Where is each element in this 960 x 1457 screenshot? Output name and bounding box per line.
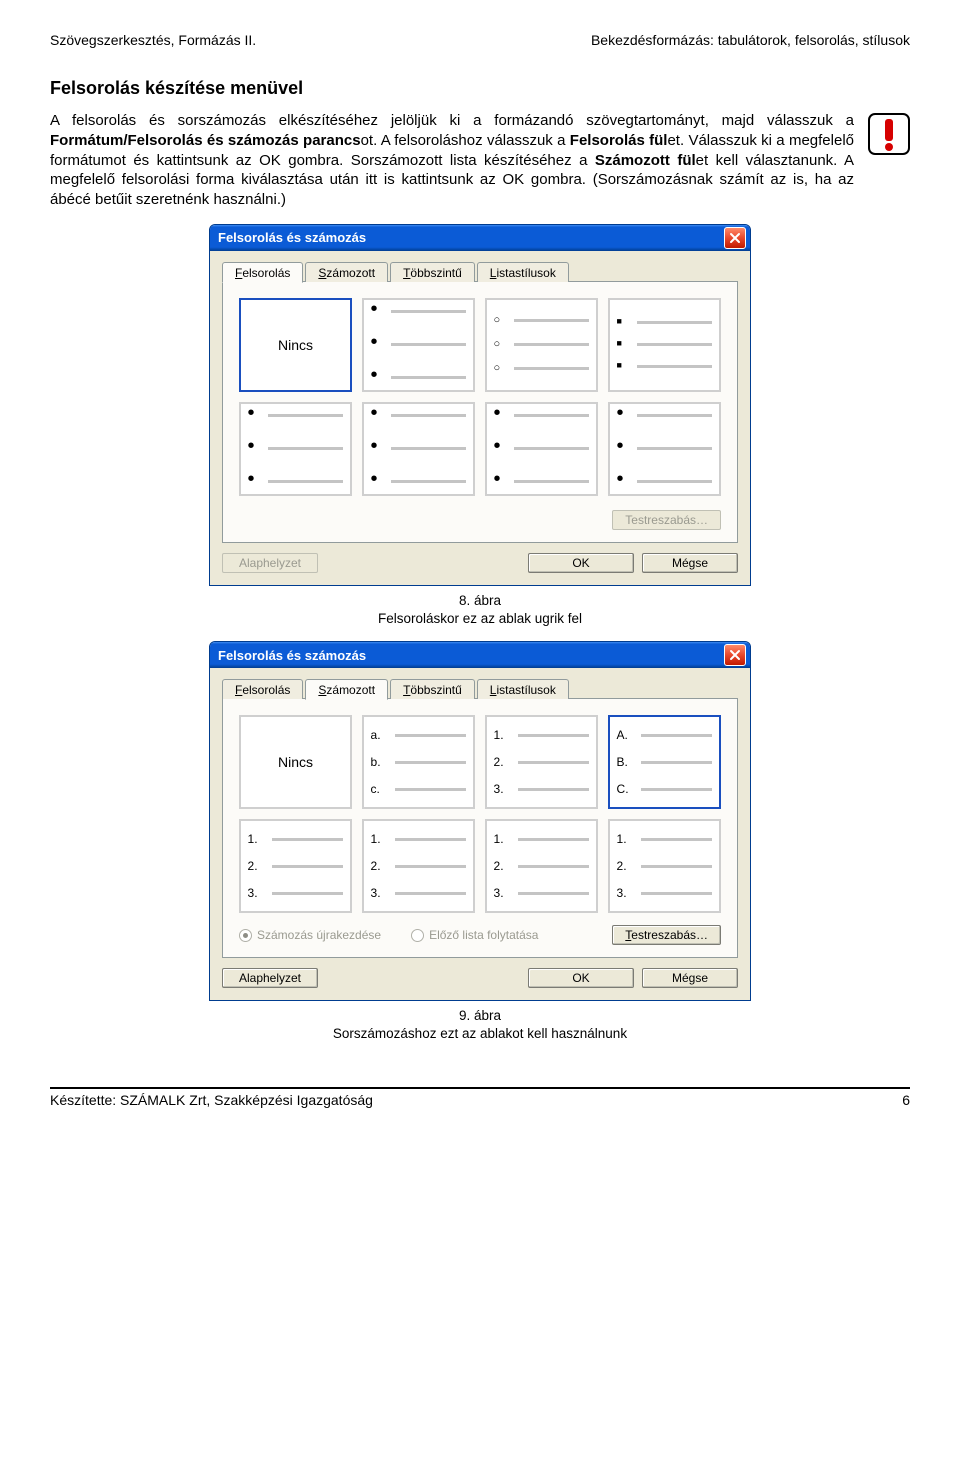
header-right: Bekezdésformázás: tabulátorok, felsorolá…: [591, 32, 910, 48]
number-option-8[interactable]: 1. 2. 3.: [608, 819, 721, 913]
tab-bullets[interactable]: Felsorolás: [222, 262, 303, 283]
bullet-option-disc4[interactable]: • • •: [485, 402, 598, 496]
number-option-7[interactable]: 1. 2. 3.: [485, 819, 598, 913]
number-option-none[interactable]: Nincs: [239, 715, 352, 809]
tab-strip-2: Felsorolás Számozott Többszintű Listastí…: [222, 679, 738, 699]
number-option-123[interactable]: 1. 2. 3.: [485, 715, 598, 809]
footer-page-number: 6: [902, 1092, 910, 1108]
dialog-title: Felsorolás és számozás: [218, 230, 366, 245]
tab-liststyles[interactable]: Listastílusok: [477, 262, 569, 282]
ok-button-2[interactable]: OK: [528, 968, 634, 988]
tab-numbered[interactable]: Számozott: [305, 262, 388, 282]
tab-multilevel-2[interactable]: Többszintű: [390, 679, 475, 699]
figure-caption-9: 9. ábra Sorszámozáshoz ezt az ablakot ke…: [333, 1007, 627, 1042]
cancel-button-2[interactable]: Mégse: [642, 968, 738, 988]
tab-strip: Felsorolás Számozott Többszintű Listastí…: [222, 262, 738, 282]
tab-numbered-2[interactable]: Számozott: [305, 679, 388, 700]
header-left: Szövegszerkesztés, Formázás II.: [50, 32, 256, 48]
footer-left: Készítette: SZÁMALK Zrt, Szakképzési Iga…: [50, 1092, 373, 1108]
numbered-dialog: Felsorolás és számozás Felsorolás Számoz…: [209, 641, 751, 1001]
close-button[interactable]: [724, 227, 746, 249]
reset-button-2[interactable]: Alaphelyzet: [222, 968, 318, 988]
bullet-option-disc[interactable]: • • •: [362, 298, 475, 392]
exclamation-icon: [868, 113, 910, 155]
tab-liststyles-2[interactable]: Listastílusok: [477, 679, 569, 699]
section-title: Felsorolás készítése menüvel: [50, 78, 910, 99]
page-header: Szövegszerkesztés, Formázás II. Bekezdés…: [50, 32, 910, 48]
number-option-6[interactable]: 1. 2. 3.: [362, 819, 475, 913]
figure-caption-8: 8. ábra Felsoroláskor ez az ablak ugrik …: [378, 592, 582, 627]
close-button-2[interactable]: [724, 644, 746, 666]
dialog-titlebar-2: Felsorolás és számozás: [210, 642, 750, 668]
customize-button: Testreszabás…: [612, 510, 721, 530]
number-option-abc[interactable]: a. b. c.: [362, 715, 475, 809]
bullet-option-disc2[interactable]: • • •: [239, 402, 352, 496]
dialog-title-2: Felsorolás és számozás: [218, 648, 366, 663]
number-option-ABC[interactable]: A. B. C.: [608, 715, 721, 809]
tab-multilevel[interactable]: Többszintű: [390, 262, 475, 282]
reset-button: Alaphelyzet: [222, 553, 318, 573]
radio-restart: Számozás újrakezdése: [239, 928, 381, 942]
cancel-button[interactable]: Mégse: [642, 553, 738, 573]
dialog-titlebar: Felsorolás és számozás: [210, 225, 750, 251]
bullet-option-disc3[interactable]: • • •: [362, 402, 475, 496]
radio-continue: Előző lista folytatása: [411, 928, 538, 942]
page-footer: Készítette: SZÁMALK Zrt, Szakképzési Iga…: [50, 1087, 910, 1108]
customize-button-2[interactable]: Testreszabás…: [612, 925, 721, 945]
bullet-option-none[interactable]: Nincs: [239, 298, 352, 392]
bullet-option-circle[interactable]: ○ ○ ○: [485, 298, 598, 392]
bullet-option-square[interactable]: ■ ■ ■: [608, 298, 721, 392]
bullets-dialog: Felsorolás és számozás Felsorolás Számoz…: [209, 224, 751, 586]
bullet-option-disc5[interactable]: • • •: [608, 402, 721, 496]
ok-button[interactable]: OK: [528, 553, 634, 573]
number-option-5[interactable]: 1. 2. 3.: [239, 819, 352, 913]
tab-bullets-2[interactable]: Felsorolás: [222, 679, 303, 699]
body-paragraph: A felsorolás és sorszámozás elkészítéséh…: [50, 111, 854, 210]
